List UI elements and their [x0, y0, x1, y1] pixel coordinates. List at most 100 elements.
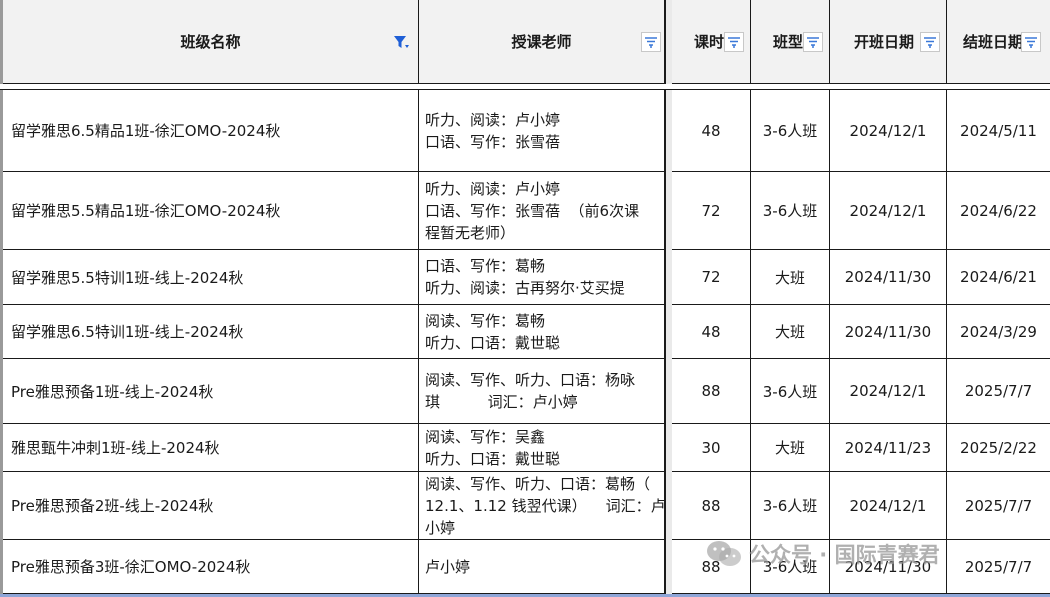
cell-teacher[interactable]: 听力、阅读：卢小婷 口语、写作：张雪蓓 [419, 90, 665, 172]
table-row: 雅思甄牛冲刺1班-线上-2024秋 阅读、写作：吴鑫 听力、口语：戴世聪 30 大班 20… [0, 424, 1050, 472]
cell-class-name-text: 留学雅思5.5特训1班-线上-2024秋 [11, 268, 244, 287]
cell-hours[interactable]: 88 [672, 472, 751, 540]
cell-type[interactable]: 3-6人班 [751, 472, 830, 540]
header-teacher: 授课老师 [419, 0, 665, 84]
filter-button-teacher[interactable] [641, 32, 661, 52]
cell-start-date[interactable]: 2024/12/1 [830, 90, 947, 172]
cell-end-date[interactable]: 2024/6/21 [947, 250, 1050, 305]
cell-hours-text: 72 [701, 268, 721, 286]
cell-teacher[interactable]: 卢小婷 [419, 540, 665, 594]
cell-teacher[interactable]: 口语、写作：葛畅 听力、阅读：古再努尔·艾买提 [419, 250, 665, 305]
header-start-date-label: 开班日期 [854, 33, 915, 51]
cell-class-name-text: 留学雅思6.5特训1班-线上-2024秋 [11, 323, 244, 341]
cell-class-name-text: 留学雅思6.5精品1班-徐汇OMO-2024秋 [11, 122, 281, 140]
cell-start-date-text: 2024/11/23 [844, 438, 932, 457]
teacher-lines: 阅读、写作：葛畅 听力、口语：戴世聪 [425, 310, 560, 354]
table-row: 留学雅思6.5特训1班-线上-2024秋 阅读、写作：葛畅 听力、口语：戴世聪 48 大… [0, 305, 1050, 359]
cell-class-name[interactable]: 留学雅思6.5精品1班-徐汇OMO-2024秋 [3, 90, 419, 172]
header-type-label: 班型 [773, 33, 804, 51]
cell-start-date[interactable]: 2024/11/30 [830, 305, 947, 359]
teacher-line: 阅读、写作、听力、口语：杨咏 [425, 371, 636, 389]
cell-hours[interactable]: 88 [672, 359, 751, 424]
cell-type[interactable]: 大班 [751, 250, 830, 305]
filter-icon [645, 37, 657, 48]
cell-class-name[interactable]: 留学雅思5.5特训1班-线上-2024秋 [3, 250, 419, 305]
cell-end-date-text: 2025/2/22 [960, 438, 1037, 457]
cell-start-date[interactable]: 2024/12/1 [830, 172, 947, 250]
filter-active-button-class-name[interactable] [391, 32, 411, 52]
cell-teacher[interactable]: 阅读、写作：吴鑫 听力、口语：戴世聪 [419, 424, 665, 472]
teacher-line: 听力、阅读：古再努尔·艾买提 [425, 279, 625, 297]
header-teacher-label: 授课老师 [511, 33, 572, 51]
teacher-line: 阅读、写作：吴鑫 [425, 427, 546, 446]
cell-type[interactable]: 3-6人班 [751, 90, 830, 172]
cell-end-date[interactable]: 2024/5/11 [947, 90, 1050, 172]
cell-class-name-text: Pre雅思预备1班-线上-2024秋 [11, 382, 214, 401]
cell-start-date-text: 2024/12/1 [849, 382, 927, 400]
cell-start-date[interactable]: 2024/11/30 [830, 540, 947, 594]
filter-icon [1025, 37, 1037, 48]
teacher-line: 听力、阅读：卢小婷 [425, 179, 561, 198]
table-row: Pre雅思预备2班-线上-2024秋 阅读、写作、听力、口语：葛畅（ 12.1、1.… [0, 472, 1050, 540]
cell-teacher[interactable]: 阅读、写作：葛畅 听力、口语：戴世聪 [419, 305, 665, 359]
table-row: 留学雅思5.5精品1班-徐汇OMO-2024秋 听力、阅读：卢小婷口语、写作：张雪… [0, 172, 1050, 250]
filter-button-hours[interactable] [724, 32, 744, 52]
cell-class-name[interactable]: 留学雅思6.5特训1班-线上-2024秋 [3, 305, 419, 359]
cell-hours[interactable]: 48 [672, 305, 751, 359]
teacher-line: 口语、写作：张雪蓓 [425, 132, 561, 151]
cell-hours[interactable]: 48 [672, 90, 751, 172]
cell-class-name[interactable]: 雅思甄牛冲刺1班-线上-2024秋 [3, 424, 419, 472]
cell-hours[interactable]: 30 [672, 424, 751, 472]
cell-type[interactable]: 大班 [751, 305, 830, 359]
cell-hours-text: 48 [701, 322, 721, 341]
cell-start-date[interactable]: 2024/11/30 [830, 250, 947, 305]
cell-class-name[interactable]: Pre雅思预备1班-线上-2024秋 [3, 359, 419, 424]
cell-type[interactable]: 3-6人班 [751, 359, 830, 424]
cell-end-date[interactable]: 2025/2/22 [947, 424, 1050, 472]
teacher-lines: 听力、阅读：卢小婷口语、写作：张雪蓓 （前6次课 程暂无老师） [425, 178, 639, 244]
cell-class-name[interactable]: 留学雅思5.5精品1班-徐汇OMO-2024秋 [3, 172, 419, 250]
header-end-date-label: 结班日期 [963, 33, 1024, 51]
cell-end-date[interactable]: 2024/6/22 [947, 172, 1050, 250]
header-class-name-label: 班级名称 [180, 33, 241, 51]
cell-teacher[interactable]: 阅读、写作、听力、口语：葛畅（ 12.1、1.12 钱翌代课） 词汇：卢 小婷 [419, 472, 665, 540]
cell-type[interactable]: 大班 [751, 424, 830, 472]
filter-button-type[interactable] [803, 32, 823, 52]
teacher-line: 口语、写作：张雪蓓 （前6次课 [425, 201, 640, 220]
cell-hours-text: 88 [701, 382, 721, 400]
teacher-line: 程暂无老师） [425, 223, 516, 242]
cell-end-date[interactable]: 2025/7/7 [947, 359, 1050, 424]
cell-end-date[interactable]: 2024/3/29 [947, 305, 1050, 359]
teacher-lines: 卢小婷 [425, 556, 470, 578]
teacher-line: 听力、阅读：卢小婷 [425, 110, 561, 129]
cell-type[interactable]: 3-6人班 [751, 540, 830, 594]
cell-start-date-text: 2024/12/1 [849, 121, 927, 140]
cell-hours[interactable]: 88 [672, 540, 751, 594]
teacher-lines: 阅读、写作、听力、口语：葛畅（ 12.1、1.12 钱翌代课） 词汇：卢 小婷 [425, 473, 665, 539]
cell-class-name[interactable]: Pre雅思预备3班-徐汇OMO-2024秋 [3, 540, 419, 594]
cell-teacher[interactable]: 听力、阅读：卢小婷口语、写作：张雪蓓 （前6次课 程暂无老师） [419, 172, 665, 250]
teacher-line: 卢小婷 [425, 557, 471, 576]
cell-end-date[interactable]: 2025/7/7 [947, 472, 1050, 540]
cell-type[interactable]: 3-6人班 [751, 172, 830, 250]
filter-button-end-date[interactable] [1021, 32, 1041, 52]
cell-start-date-text: 2024/11/30 [844, 557, 932, 576]
cell-start-date-text: 2024/11/30 [844, 268, 932, 286]
teacher-lines: 阅读、写作、听力、口语：杨咏琪 词汇：卢小婷 [425, 369, 635, 413]
cell-hours[interactable]: 72 [672, 250, 751, 305]
table-row: Pre雅思预备3班-徐汇OMO-2024秋 卢小婷 88 3-6人班 2024/11/3… [0, 540, 1050, 594]
teacher-line: 听力、口语：戴世聪 [425, 333, 561, 352]
cell-hours-text: 88 [701, 557, 721, 576]
header-hours-label: 课时 [694, 33, 724, 51]
cell-type-text: 大班 [774, 439, 805, 457]
cell-teacher[interactable]: 阅读、写作、听力、口语：杨咏琪 词汇：卢小婷 [419, 359, 665, 424]
cell-start-date[interactable]: 2024/11/23 [830, 424, 947, 472]
cell-start-date[interactable]: 2024/12/1 [830, 472, 947, 540]
filter-button-start-date[interactable] [920, 32, 940, 52]
cell-class-name[interactable]: Pre雅思预备2班-线上-2024秋 [3, 472, 419, 540]
cell-start-date[interactable]: 2024/12/1 [830, 359, 947, 424]
cell-hours[interactable]: 72 [672, 172, 751, 250]
teacher-line: 12.1、1.12 钱翌代课） 词汇：卢 [425, 496, 665, 515]
cell-end-date[interactable]: 2025/7/7 [947, 540, 1050, 594]
cell-hours-text: 48 [701, 121, 721, 140]
